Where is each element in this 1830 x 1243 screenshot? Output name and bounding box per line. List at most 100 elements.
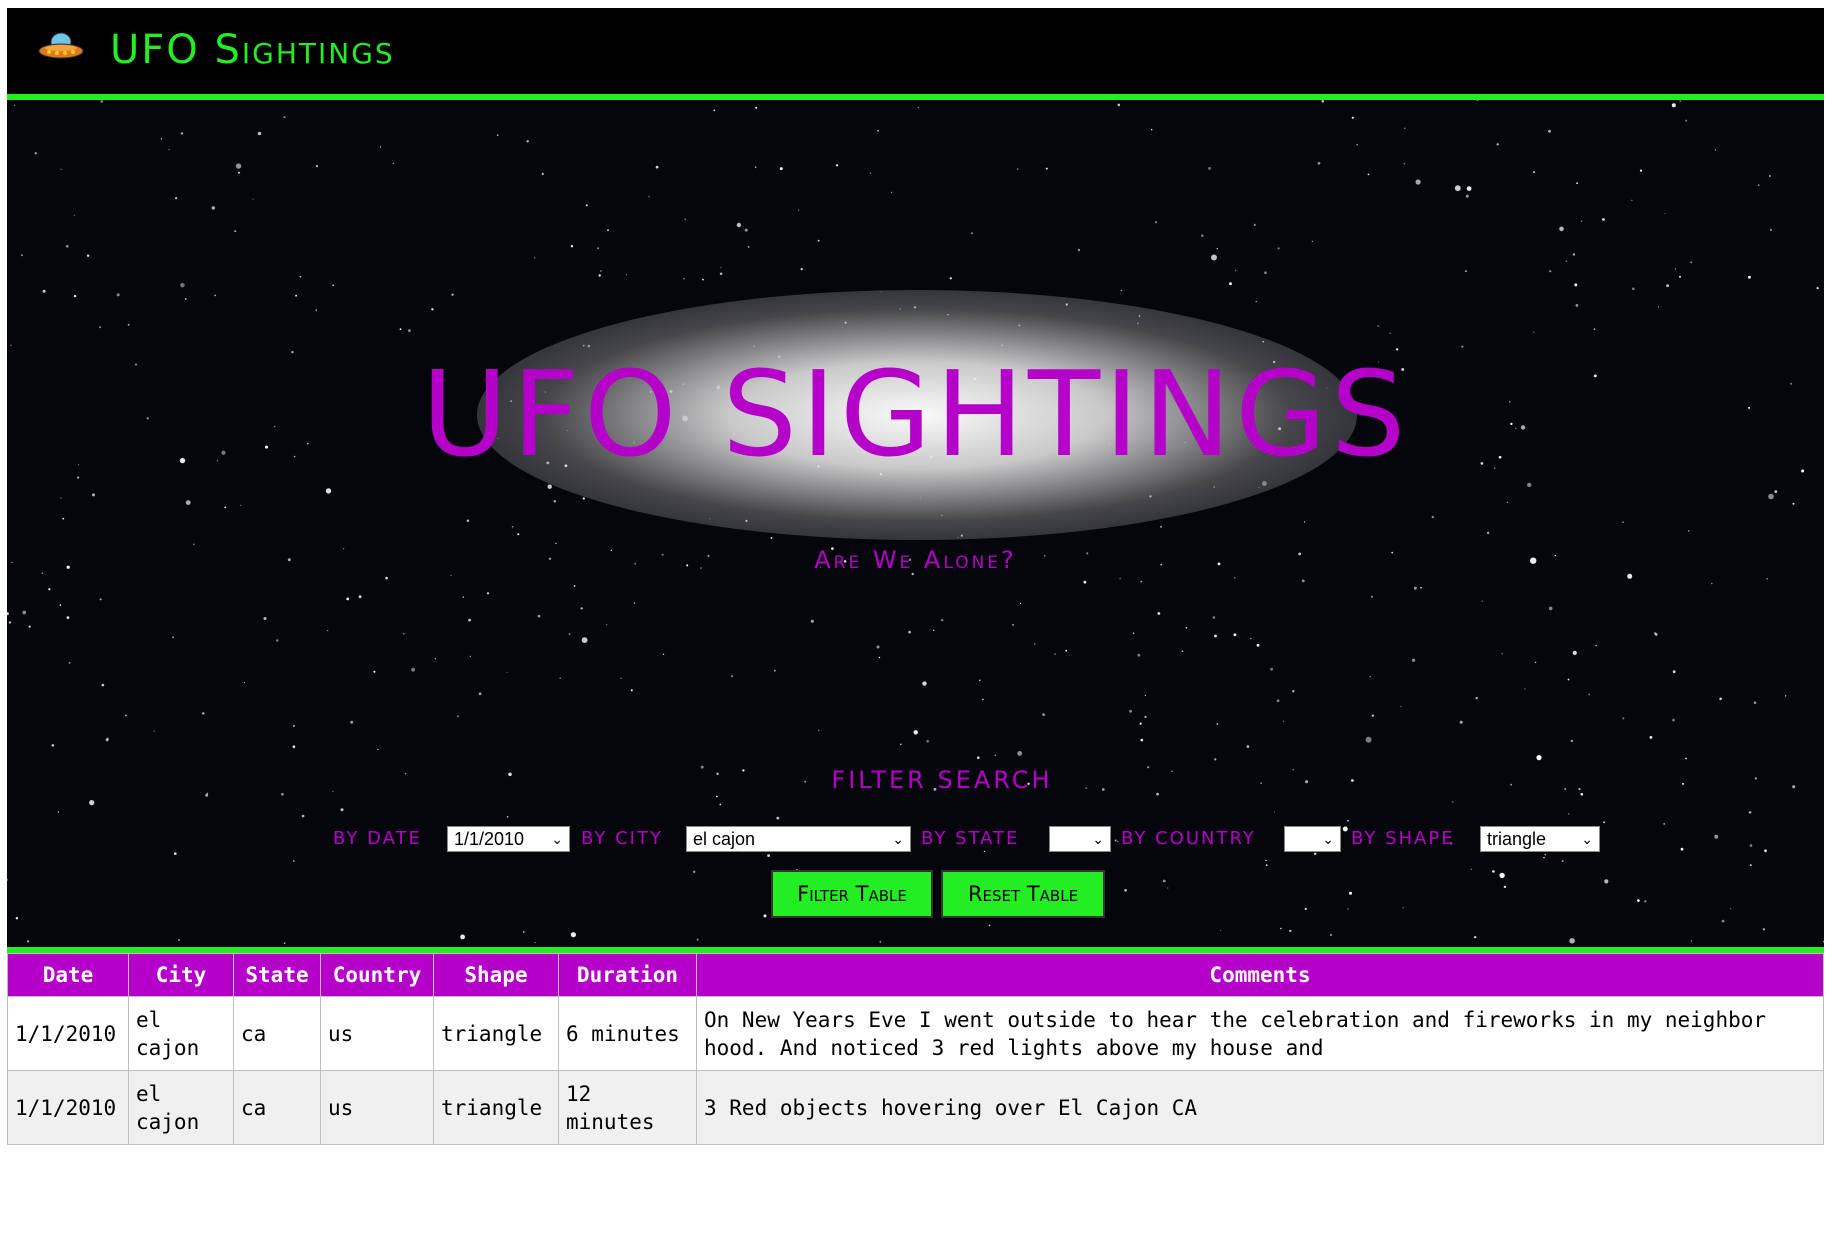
star: [1536, 755, 1542, 761]
star: [460, 934, 465, 940]
star: [325, 488, 332, 494]
star: [22, 610, 27, 615]
star: [1255, 300, 1257, 303]
star: [570, 932, 577, 938]
star: [1454, 185, 1461, 192]
star: [693, 870, 696, 873]
star: [1347, 908, 1349, 910]
star: [511, 526, 514, 528]
star: [696, 938, 699, 941]
star: [434, 658, 436, 660]
star: [1077, 248, 1081, 252]
star: [537, 614, 541, 618]
star: [719, 803, 722, 806]
star: [568, 633, 571, 635]
star: [125, 714, 127, 717]
star: [1347, 819, 1349, 822]
star: [1321, 100, 1324, 103]
city-select[interactable]: el cajon ⌄: [686, 826, 911, 852]
star: [878, 656, 881, 659]
star: [1235, 269, 1237, 271]
star: [392, 162, 394, 164]
star: [358, 595, 362, 599]
star: [1559, 226, 1564, 232]
star: [776, 816, 780, 820]
star: [1459, 720, 1463, 724]
star: [332, 284, 335, 287]
star: [168, 149, 170, 151]
column-header-duration: Duration: [558, 953, 697, 997]
star: [346, 597, 350, 601]
star: [534, 257, 536, 259]
star: [68, 661, 71, 664]
star: [1475, 696, 1478, 700]
star: [211, 206, 215, 210]
filter-table-button[interactable]: Filter Table: [771, 870, 933, 918]
star: [1658, 306, 1659, 308]
star: [402, 632, 405, 635]
star: [1119, 577, 1121, 580]
star: [431, 308, 434, 311]
column-header-state: State: [233, 953, 321, 997]
star: [506, 671, 508, 673]
star: [214, 294, 216, 297]
star: [1481, 600, 1483, 602]
star: [160, 138, 163, 140]
star: [99, 598, 102, 601]
star: [1129, 709, 1132, 713]
star: [630, 689, 633, 692]
star: [1768, 175, 1771, 177]
date-select[interactable]: 1/1/2010 ⌄: [447, 826, 570, 852]
star: [800, 268, 803, 271]
star: [1747, 275, 1751, 279]
reset-table-button[interactable]: Reset Table: [941, 870, 1105, 918]
nav-title[interactable]: UFO Sightings: [110, 30, 395, 70]
country-select[interactable]: ⌄: [1284, 826, 1341, 852]
star: [1748, 811, 1752, 814]
star: [1637, 899, 1640, 902]
page-frame: UFO Sightings UFO SIGHTINGS Are We Alone…: [7, 8, 1824, 1145]
star: [598, 274, 601, 277]
star: [1603, 821, 1605, 824]
state-filter-label: BY STATE: [921, 828, 1020, 849]
shape-select[interactable]: triangle ⌄: [1480, 826, 1600, 852]
star: [580, 607, 583, 610]
star: [1065, 649, 1068, 652]
star: [1486, 531, 1490, 535]
star: [234, 230, 237, 233]
star: [541, 172, 544, 175]
star: [34, 152, 37, 155]
star: [1501, 653, 1503, 655]
star: [1565, 260, 1568, 262]
cell-comments: 3 Red objects hovering over El Cajon CA: [696, 1070, 1824, 1145]
star: [754, 166, 757, 169]
column-header-date: Date: [7, 953, 129, 997]
star: [1162, 879, 1166, 883]
star: [1280, 927, 1282, 930]
country-filter-label: BY COUNTRY: [1121, 828, 1256, 849]
star: [301, 814, 305, 818]
star: [1766, 578, 1768, 580]
star: [1157, 612, 1161, 615]
star: [625, 274, 628, 276]
star: [10, 344, 12, 346]
star: [1452, 801, 1454, 803]
star: [105, 738, 109, 742]
chevron-down-icon: ⌄: [1581, 831, 1593, 847]
date-select-value: 1/1/2010: [454, 829, 525, 849]
star: [774, 669, 776, 672]
star: [662, 653, 665, 655]
cell-shape: triangle: [433, 1070, 559, 1145]
star: [926, 740, 929, 743]
star: [1627, 573, 1633, 579]
star: [523, 931, 525, 933]
state-select[interactable]: ⌄: [1049, 826, 1111, 852]
star: [755, 106, 758, 109]
star: [257, 131, 262, 136]
star: [283, 942, 286, 944]
star: [1282, 720, 1284, 723]
shape-select-value: triangle: [1487, 829, 1547, 849]
star: [763, 914, 767, 918]
star: [1655, 633, 1658, 636]
star: [1675, 268, 1677, 270]
